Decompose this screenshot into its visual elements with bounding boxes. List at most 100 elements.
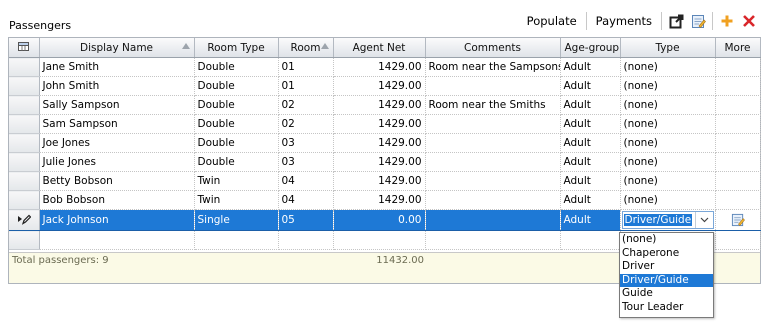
- cell-more[interactable]: [715, 95, 761, 115]
- cell-room[interactable]: 02: [278, 114, 334, 134]
- cell-type[interactable]: (none): [620, 95, 716, 115]
- cell-comments[interactable]: Room near the Smiths: [425, 95, 561, 115]
- cell-display-name[interactable]: Sam Sampson: [39, 114, 195, 134]
- dropdown-option-none[interactable]: (none): [620, 233, 713, 247]
- type-dropdown-list[interactable]: (none) Chaperone Driver Driver/Guide Gui…: [619, 232, 714, 318]
- cell-room[interactable]: 03: [278, 152, 334, 172]
- chevron-down-icon[interactable]: [694, 212, 713, 228]
- cell-room-type[interactable]: Double: [194, 133, 279, 153]
- cell-room-type[interactable]: Double: [194, 114, 279, 134]
- cell-display-name[interactable]: Bob Bobson: [39, 190, 195, 210]
- row-indicator[interactable]: [9, 171, 40, 191]
- cell-empty[interactable]: [715, 230, 761, 250]
- cell-agent-net[interactable]: 1429.00: [333, 133, 426, 153]
- table-row[interactable]: Betty Bobson Twin 04 1429.00 Adult (none): [9, 171, 761, 191]
- cell-type[interactable]: (none): [620, 133, 716, 153]
- cell-comments[interactable]: [425, 190, 561, 210]
- cell-age-group[interactable]: Adult: [560, 190, 621, 210]
- cell-empty[interactable]: [278, 230, 334, 250]
- dropdown-option-guide[interactable]: Guide: [620, 287, 713, 301]
- row-indicator[interactable]: [9, 209, 40, 231]
- table-row[interactable]: Sally Sampson Double 02 1429.00 Room near th…: [9, 95, 761, 115]
- cell-age-group[interactable]: Adult: [560, 114, 621, 134]
- row-indicator[interactable]: [9, 152, 40, 172]
- type-combobox-cell[interactable]: Driver/Guide: [620, 209, 716, 231]
- type-combobox[interactable]: Driver/Guide: [621, 211, 714, 229]
- cell-comments[interactable]: [425, 76, 561, 96]
- cell-more[interactable]: [715, 76, 761, 96]
- cell-age-group[interactable]: Adult: [560, 95, 621, 115]
- cell-comments[interactable]: [425, 171, 561, 191]
- cell-comments[interactable]: [425, 133, 561, 153]
- column-header-display-name[interactable]: Display Name: [39, 38, 195, 58]
- cell-agent-net[interactable]: 1429.00: [333, 152, 426, 172]
- dropdown-option-driver-guide[interactable]: Driver/Guide: [620, 273, 713, 288]
- dropdown-option-tour-leader[interactable]: Tour Leader: [620, 301, 713, 315]
- cell-agent-net[interactable]: 1429.00: [333, 95, 426, 115]
- cell-empty[interactable]: [39, 230, 195, 250]
- cell-empty[interactable]: [333, 230, 426, 250]
- cell-display-name[interactable]: Julie Jones: [39, 152, 195, 172]
- table-row[interactable]: Jane Smith Double 01 1429.00 Room near the S…: [9, 57, 761, 77]
- table-row-selected[interactable]: Jack Johnson Single 05 0.00 Adult Driver…: [9, 209, 761, 231]
- cell-agent-net[interactable]: 1429.00: [333, 76, 426, 96]
- cell-room-type[interactable]: Double: [194, 57, 279, 77]
- cell-type[interactable]: (none): [620, 57, 716, 77]
- cell-age-group[interactable]: Adult: [560, 133, 621, 153]
- table-row[interactable]: John Smith Double 01 1429.00 Adult (none): [9, 76, 761, 96]
- cell-agent-net[interactable]: 1429.00: [333, 171, 426, 191]
- column-header-comments[interactable]: Comments: [425, 38, 561, 58]
- cell-more[interactable]: [715, 133, 761, 153]
- cell-display-name[interactable]: Joe Jones: [39, 133, 195, 153]
- cell-room-type[interactable]: Twin: [194, 171, 279, 191]
- cell-more[interactable]: [715, 190, 761, 210]
- cell-type[interactable]: (none): [620, 76, 716, 96]
- row-indicator[interactable]: [9, 230, 40, 250]
- dropdown-option-chaperone[interactable]: Chaperone: [620, 247, 713, 261]
- cell-room[interactable]: 04: [278, 190, 334, 210]
- row-indicator[interactable]: [9, 114, 40, 134]
- cell-display-name[interactable]: Jack Johnson: [39, 209, 195, 231]
- cell-display-name[interactable]: Betty Bobson: [39, 171, 195, 191]
- cell-display-name[interactable]: Jane Smith: [39, 57, 195, 77]
- cell-comments[interactable]: Room near the Sampsons: [425, 57, 561, 77]
- table-row[interactable]: Sam Sampson Double 02 1429.00 Adult (none): [9, 114, 761, 134]
- cell-comments[interactable]: [425, 114, 561, 134]
- cell-agent-net[interactable]: 1429.00: [333, 57, 426, 77]
- column-header-room-type[interactable]: Room Type: [194, 38, 279, 58]
- column-header-room[interactable]: Room: [278, 38, 334, 58]
- cell-room-type[interactable]: Single: [194, 209, 279, 231]
- row-indicator[interactable]: [9, 133, 40, 153]
- cell-type[interactable]: (none): [620, 114, 716, 134]
- delete-icon[interactable]: [741, 13, 757, 29]
- cell-room[interactable]: 04: [278, 171, 334, 191]
- dropdown-option-driver[interactable]: Driver: [620, 260, 713, 274]
- row-indicator[interactable]: [9, 95, 40, 115]
- cell-age-group[interactable]: Adult: [560, 76, 621, 96]
- cell-more[interactable]: [715, 171, 761, 191]
- cell-type[interactable]: (none): [620, 152, 716, 172]
- populate-button[interactable]: Populate: [521, 14, 583, 28]
- cell-comments[interactable]: [425, 209, 561, 231]
- cell-empty[interactable]: [194, 230, 279, 250]
- table-row[interactable]: Joe Jones Double 03 1429.00 Adult (none): [9, 133, 761, 153]
- cell-room-type[interactable]: Double: [194, 95, 279, 115]
- row-indicator[interactable]: [9, 190, 40, 210]
- cell-room-type[interactable]: Twin: [194, 190, 279, 210]
- cell-more[interactable]: [715, 152, 761, 172]
- cell-more[interactable]: [715, 57, 761, 77]
- cell-room-type[interactable]: Double: [194, 152, 279, 172]
- cell-display-name[interactable]: Sally Sampson: [39, 95, 195, 115]
- add-icon[interactable]: [719, 13, 735, 29]
- cell-age-group[interactable]: Adult: [560, 152, 621, 172]
- cell-age-group[interactable]: Adult: [560, 57, 621, 77]
- column-header-agent-net[interactable]: Agent Net: [333, 38, 426, 58]
- edit-notes-icon[interactable]: [731, 213, 745, 227]
- cell-type[interactable]: (none): [620, 171, 716, 191]
- column-header-age-group[interactable]: Age-group: [560, 38, 621, 58]
- cell-room[interactable]: 02: [278, 95, 334, 115]
- cell-agent-net[interactable]: 0.00: [333, 209, 426, 231]
- cell-more[interactable]: [715, 209, 761, 231]
- cell-agent-net[interactable]: 1429.00: [333, 114, 426, 134]
- cell-age-group[interactable]: Adult: [560, 209, 621, 231]
